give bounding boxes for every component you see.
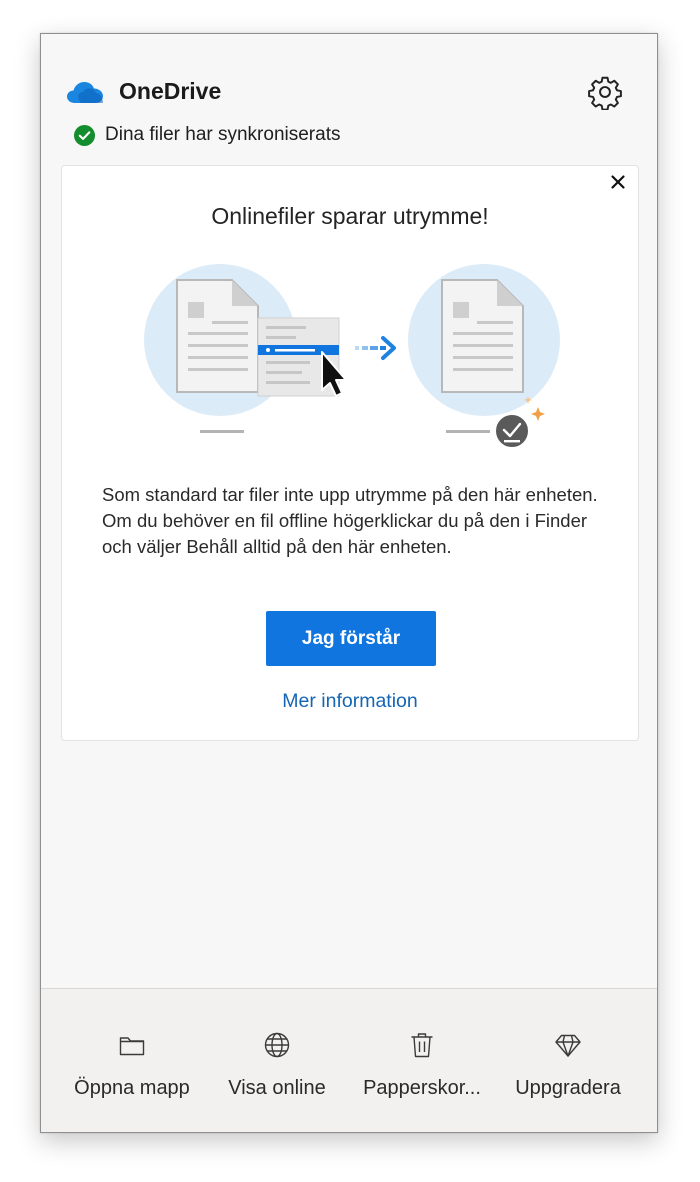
got-it-button[interactable]: Jag förstår xyxy=(266,611,436,666)
view-online-button[interactable]: Visa online xyxy=(202,989,352,1132)
header: OneDrive Dina filer har synkroniserats xyxy=(41,34,657,164)
card-title: Onlinefiler sparar utrymme! xyxy=(211,203,489,229)
trash-icon xyxy=(411,1033,433,1058)
view-online-label: Visa online xyxy=(228,1077,326,1099)
recycle-bin-label: Papperskor... xyxy=(363,1077,481,1099)
onedrive-window: OneDrive Dina filer har synkroniserats O… xyxy=(40,33,658,1133)
onboarding-card: Onlinefiler sparar utrymme! Som standard… xyxy=(61,165,639,741)
sync-status-text: Dina filer har synkroniserats xyxy=(105,124,341,145)
folder-icon xyxy=(119,1037,145,1056)
sync-status: Dina filer har synkroniserats xyxy=(74,123,340,147)
files-on-demand-illustration xyxy=(144,264,560,449)
open-folder-button[interactable]: Öppna mapp xyxy=(57,989,207,1132)
onedrive-cloud-icon xyxy=(67,82,103,103)
close-icon[interactable] xyxy=(606,170,630,194)
upgrade-label: Uppgradera xyxy=(515,1077,621,1099)
more-info-link[interactable]: Mer information xyxy=(62,690,638,713)
settings-gear-icon[interactable] xyxy=(587,74,623,110)
card-description: Som standard tar filer inte upp utrymme … xyxy=(102,484,598,557)
globe-icon xyxy=(264,1032,290,1058)
footer-toolbar: Öppna mapp Visa online Papperskor... Upp… xyxy=(41,988,657,1132)
diamond-icon xyxy=(555,1034,581,1057)
recycle-bin-button[interactable]: Papperskor... xyxy=(347,989,497,1132)
app-title: OneDrive xyxy=(119,78,222,104)
upgrade-button[interactable]: Uppgradera xyxy=(493,989,643,1132)
open-folder-label: Öppna mapp xyxy=(74,1077,190,1099)
check-circle-icon xyxy=(74,124,95,146)
